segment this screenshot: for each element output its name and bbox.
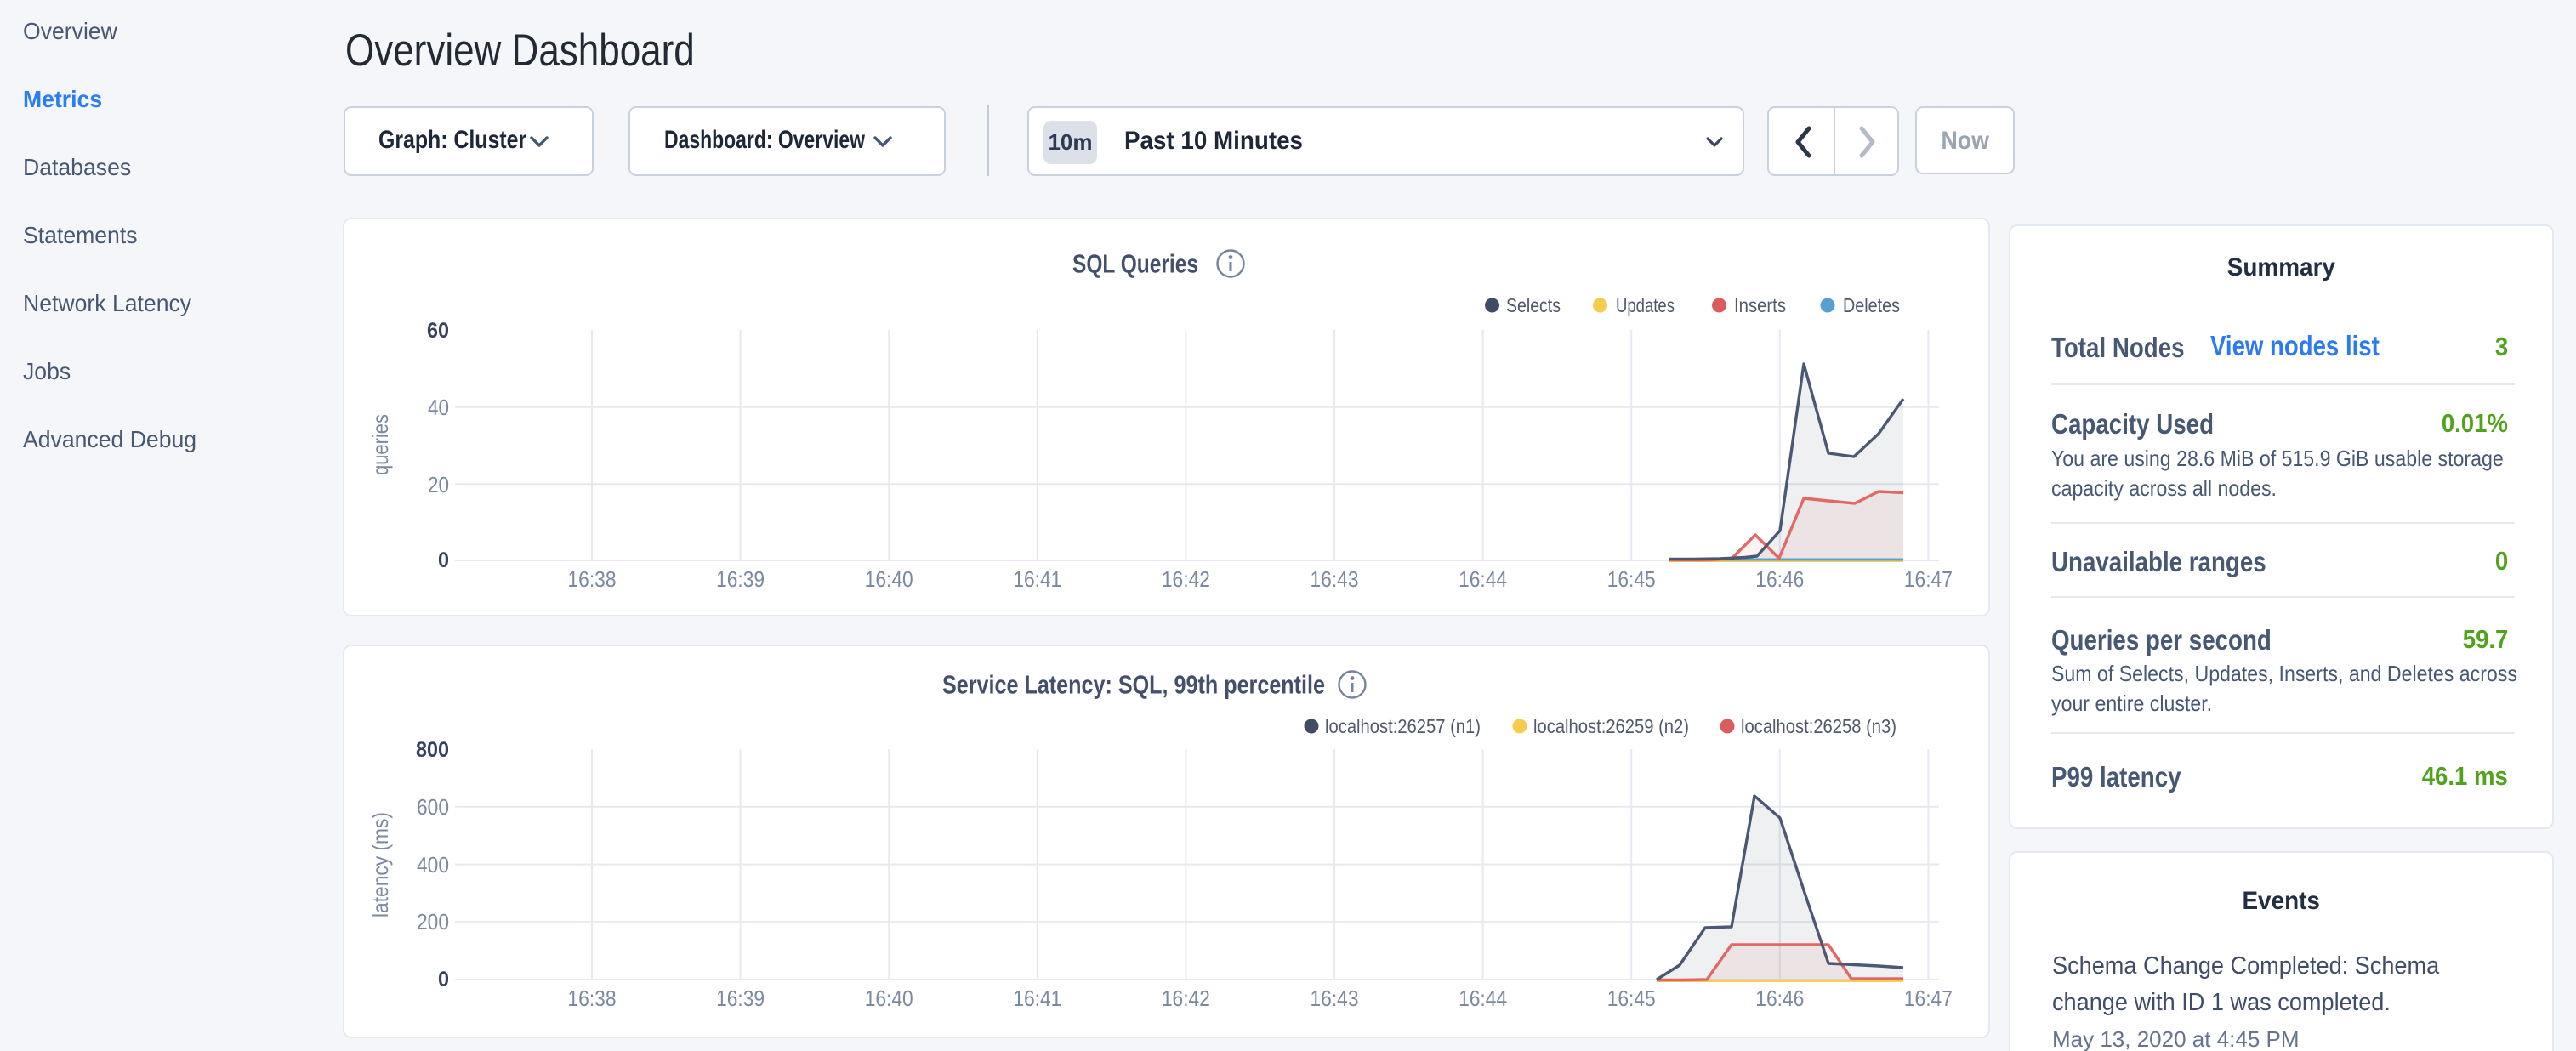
svg-text:800: 800 [416,738,449,762]
svg-text:16:43: 16:43 [1311,566,1359,592]
svg-text:16:39: 16:39 [716,566,765,592]
svg-text:20: 20 [428,472,449,497]
svg-text:localhost:26257 (n1): localhost:26257 (n1) [1325,715,1481,737]
svg-text:16:47: 16:47 [1904,566,1953,592]
svg-text:16:40: 16:40 [865,566,913,592]
svg-text:16:46: 16:46 [1755,566,1804,592]
svg-text:16:44: 16:44 [1459,986,1507,1011]
svg-text:60: 60 [427,319,449,343]
svg-text:Inserts: Inserts [1734,294,1786,316]
svg-text:16:44: 16:44 [1459,566,1507,592]
svg-text:Deletes: Deletes [1843,294,1900,316]
svg-text:600: 600 [417,794,449,820]
svg-text:200: 200 [417,909,449,935]
svg-text:Selects: Selects [1506,294,1561,316]
svg-text:Updates: Updates [1616,294,1675,316]
svg-text:localhost:26259 (n2): localhost:26259 (n2) [1533,715,1689,737]
svg-text:16:45: 16:45 [1607,566,1656,592]
svg-text:16:39: 16:39 [716,986,765,1011]
svg-text:SQL Queries: SQL Queries [1072,249,1198,279]
svg-text:16:43: 16:43 [1311,986,1359,1011]
svg-text:16:41: 16:41 [1013,566,1061,592]
svg-text:16:41: 16:41 [1013,986,1061,1011]
svg-text:16:38: 16:38 [568,566,617,592]
svg-text:Service Latency: SQL, 99th per: Service Latency: SQL, 99th percentile [942,670,1325,700]
svg-text:0: 0 [438,968,449,991]
svg-text:400: 400 [417,852,449,878]
svg-text:queries: queries [367,414,393,475]
svg-text:localhost:26258 (n3): localhost:26258 (n3) [1741,715,1896,737]
svg-text:16:42: 16:42 [1162,566,1210,592]
svg-text:latency (ms): latency (ms) [367,812,393,917]
svg-text:16:45: 16:45 [1607,986,1656,1011]
svg-text:16:40: 16:40 [865,986,913,1011]
svg-text:0: 0 [438,548,449,572]
svg-text:16:47: 16:47 [1904,986,1953,1011]
svg-text:40: 40 [428,395,449,420]
svg-text:16:42: 16:42 [1162,986,1210,1011]
svg-text:16:46: 16:46 [1755,986,1804,1011]
svg-text:16:38: 16:38 [568,986,617,1011]
